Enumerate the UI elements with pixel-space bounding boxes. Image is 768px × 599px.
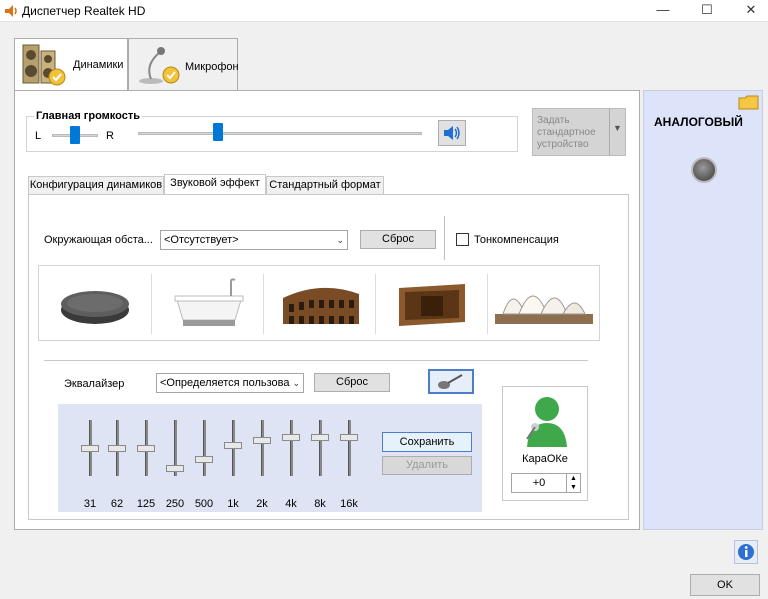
equalizer-reset-button[interactable]: Сброс — [314, 373, 390, 392]
chevron-down-icon: ▼ — [613, 123, 622, 133]
eq-slider-track — [290, 420, 293, 476]
environment-select-value: <Отсутствует> — [164, 234, 239, 246]
connector-type-label: АНАЛОГОВЫЙ — [654, 115, 743, 129]
environment-label: Окружающая обста... — [44, 234, 153, 246]
karaoke-label: КараОКе — [522, 453, 568, 465]
loudness-checkbox[interactable] — [456, 233, 469, 246]
eq-band-label: 31 — [83, 498, 97, 510]
bathroom-environment-icon[interactable] — [169, 276, 249, 332]
tab-microphone-label: Микрофон — [185, 61, 239, 73]
hall-environment-icon[interactable] — [395, 278, 469, 332]
eq-band-label: 8k — [314, 498, 326, 510]
balance-slider-thumb[interactable] — [70, 126, 80, 144]
eq-band-label: 1k — [227, 498, 239, 510]
karaoke-value-input[interactable]: +0 — [511, 473, 567, 493]
equalizer-preset-select[interactable]: <Определяется пользова ⌄ — [156, 373, 304, 393]
tab-speakers[interactable]: Динамики — [14, 38, 128, 92]
microphone-icon — [139, 47, 180, 84]
generic-environment-icon[interactable] — [55, 280, 135, 330]
balance-right-label: R — [106, 130, 114, 142]
balance-left-label: L — [35, 130, 42, 142]
ok-button[interactable]: OK — [690, 574, 760, 596]
eq-band-label: 4k — [285, 498, 297, 510]
colosseum-environment-icon[interactable] — [279, 278, 363, 332]
karaoke-singer-icon — [526, 397, 567, 447]
environment-presets — [38, 265, 600, 341]
divider — [444, 216, 445, 260]
divider — [44, 360, 588, 361]
master-volume-label: Главная громкость — [34, 110, 143, 122]
set-default-device-label: Задать стандартное устройство — [537, 115, 596, 150]
title-bar: Диспетчер Realtek HD — ☐ ✕ — [0, 0, 768, 22]
maximize-button[interactable]: ☐ — [684, 0, 730, 22]
set-default-device-button[interactable]: Задать стандартное устройство ▼ — [532, 108, 626, 156]
eq-slider-thumb-1k[interactable] — [224, 442, 242, 450]
eq-slider-track — [203, 420, 206, 476]
analog-jack-indicator[interactable] — [691, 157, 717, 183]
eq-slider-thumb-125[interactable] — [137, 445, 155, 452]
eq-slider-thumb-62[interactable] — [108, 445, 126, 452]
save-button[interactable]: Сохранить — [382, 432, 472, 452]
folder-settings-icon[interactable] — [738, 93, 760, 111]
delete-button[interactable]: Удалить — [382, 456, 472, 475]
mute-button[interactable] — [438, 120, 466, 146]
stepper-up-icon[interactable]: ▲ — [567, 474, 580, 483]
speaker-volume-icon — [444, 126, 460, 140]
close-button[interactable]: ✕ — [728, 0, 768, 22]
window-title: Диспетчер Realtek HD — [22, 4, 146, 18]
speaker-app-icon — [5, 5, 17, 17]
eq-band-label: 250 — [165, 498, 185, 510]
eq-slider-thumb-16k[interactable] — [340, 433, 358, 441]
eq-band-label: 62 — [110, 498, 124, 510]
karaoke-stepper[interactable]: ▲ ▼ — [567, 473, 581, 493]
eq-band-label: 125 — [136, 498, 156, 510]
eq-slider-thumb-8k[interactable] — [311, 433, 329, 441]
eq-slider-thumb-4k[interactable] — [282, 433, 300, 441]
eq-slider-thumb-31[interactable] — [81, 445, 99, 452]
eq-slider-thumb-500[interactable] — [195, 456, 213, 464]
equalizer-preset-value: <Определяется пользова — [160, 377, 290, 389]
environment-select[interactable]: <Отсутствует> ⌄ — [160, 230, 348, 250]
eq-slider-track — [348, 420, 351, 476]
eq-slider-thumb-2k[interactable] — [253, 436, 271, 444]
info-icon — [738, 544, 754, 560]
eq-band-label: 16k — [340, 498, 358, 510]
speakers-icon — [22, 44, 66, 86]
equalizer-label: Эквалайзер — [64, 378, 125, 390]
stepper-down-icon[interactable]: ▼ — [567, 483, 580, 492]
loudness-label: Тонкомпенсация — [474, 234, 559, 246]
opera-house-environment-icon[interactable] — [489, 274, 597, 332]
eq-slider-thumb-250[interactable] — [166, 464, 184, 472]
tab-speaker-configuration[interactable]: Конфигурация динамиков — [28, 176, 164, 194]
guitar-mode-button[interactable] — [428, 369, 474, 394]
info-button[interactable] — [734, 540, 758, 564]
connector-panel: АНАЛОГОВЫЙ — [643, 90, 763, 530]
volume-slider-thumb[interactable] — [212, 123, 223, 141]
volume-slider-track — [138, 132, 422, 135]
tab-microphone[interactable]: Микрофон — [128, 38, 239, 90]
eq-band-label: 500 — [194, 498, 214, 510]
tab-sound-effects[interactable]: Звуковой эффект — [164, 174, 266, 195]
guitar-icon — [438, 374, 463, 389]
eq-slider-track — [319, 420, 322, 476]
eq-slider-track — [261, 420, 264, 476]
minimize-button[interactable]: — — [640, 0, 686, 22]
tab-default-format[interactable]: Стандартный формат — [266, 176, 384, 194]
eq-band-label: 2k — [256, 498, 268, 510]
chevron-down-icon: ⌄ — [290, 374, 300, 392]
karaoke-group: КараОКе +0 ▲ ▼ — [502, 386, 588, 501]
environment-reset-button[interactable]: Сброс — [360, 230, 436, 249]
chevron-down-icon: ⌄ — [336, 235, 344, 245]
tab-speakers-label: Динамики — [73, 59, 124, 71]
